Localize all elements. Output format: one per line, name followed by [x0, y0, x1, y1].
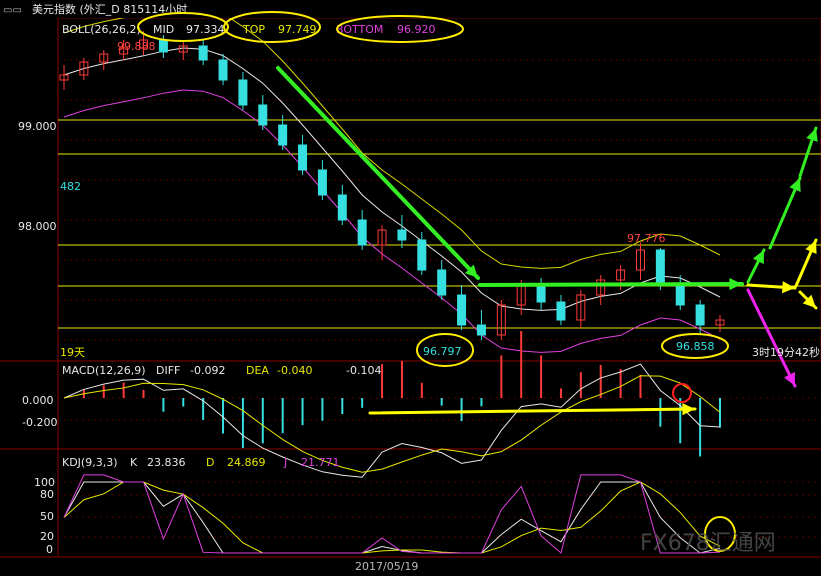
candle-down [397, 229, 407, 241]
macd-divergence-arrow-head [682, 403, 695, 416]
x-axis-date-label: 2017/05/19 [355, 560, 418, 573]
high-price-label: 99.888 [117, 40, 156, 53]
peak2-price-label: 97.776 [627, 232, 666, 245]
candle-down [655, 249, 665, 286]
kdj-axis-80: 80 [40, 488, 54, 501]
boll-top-value: 97.749 [278, 23, 317, 36]
kdj-axis-20: 20 [40, 530, 54, 543]
macd-value: -0.104 [346, 364, 381, 377]
kdj-axis-50: 50 [40, 510, 54, 523]
macd-dea-value: -0.040 [277, 364, 312, 377]
candle-down [158, 39, 168, 53]
macd-label: MACD(12,26,9) [62, 364, 146, 377]
countdown-label: 3时19分42秒 [752, 345, 820, 359]
kdj-d-line [63, 481, 721, 554]
main-panel-frame [57, 17, 821, 362]
candle-down [675, 284, 685, 306]
kdj-k-value: 23.836 [147, 456, 186, 469]
candle-down [238, 79, 248, 106]
trend-arrow-flat-head [729, 277, 742, 291]
kdj-k-line [63, 481, 721, 554]
candle-down [695, 304, 705, 326]
candle-down [298, 144, 308, 171]
candle-down [437, 269, 447, 296]
candle-down [317, 169, 327, 196]
macd-crossover-circle [672, 383, 692, 403]
candle-down [476, 324, 486, 336]
kdj-j-label: J [283, 456, 287, 469]
candle-down [556, 301, 566, 321]
boll-mid-value: 97.334 [186, 23, 225, 36]
macd-dea-label: DEA [246, 364, 269, 377]
macd-diff-value: -0.092 [190, 364, 225, 377]
kdj-j-line [63, 474, 721, 554]
kdj-label: KDJ(9,3,3) [62, 456, 118, 469]
candle-down [258, 104, 268, 126]
low2-price-label: 96.858 [676, 340, 715, 353]
kdj-k-label: K [130, 456, 138, 469]
kdj-axis-0: 0 [46, 543, 53, 556]
days-count-label: 19天 [60, 346, 85, 359]
candle-down [457, 294, 467, 326]
kdj-d-label: D [206, 456, 214, 469]
forecast-arrow-down [746, 288, 797, 388]
kdj-d-value: 24.869 [227, 456, 266, 469]
watermark-text: FX678汇通网 [640, 531, 776, 556]
candle-down [357, 219, 367, 246]
price-axis-label-98: 98.000 [18, 220, 57, 233]
boll-mid-label: MID [153, 23, 174, 36]
macd-axis-zero: 0.000 [22, 394, 54, 407]
boll-mid-band [63, 47, 721, 311]
boll-bottom-value: 96.920 [397, 23, 436, 36]
forecast-arrow-up-3-head [806, 128, 818, 142]
left-edge-label: 482 [60, 180, 81, 193]
candle-down [278, 124, 288, 146]
price-axis-label-99: 99.000 [18, 120, 57, 133]
macd-histogram [82, 331, 721, 457]
forecast-arrow-side-1-head [782, 281, 795, 294]
kdj-j-value: 21.771 [301, 456, 340, 469]
window-menu-icon[interactable]: ▭▭ [3, 5, 22, 16]
boll-top-label: TOP [242, 23, 265, 36]
low1-price-label: 96.797 [423, 345, 462, 358]
boll-bottom-band [63, 89, 721, 353]
candle-down [218, 59, 228, 81]
macd-divergence-arrow [368, 407, 697, 415]
trend-arrow-flat [478, 282, 744, 287]
candle-down [417, 239, 427, 271]
candle-down [337, 194, 347, 221]
boll-label: BOLL(26,26,2) [62, 23, 141, 36]
macd-axis-neg: -0.200 [22, 416, 57, 429]
candle-down [536, 284, 546, 303]
forex-chart[interactable]: ▭▭ 美元指数 (外汇_D 815114小时 BOLL(26,26,2) MID… [0, 0, 821, 576]
macd-diff-label: DIFF [156, 364, 180, 377]
candle-down [198, 45, 208, 61]
